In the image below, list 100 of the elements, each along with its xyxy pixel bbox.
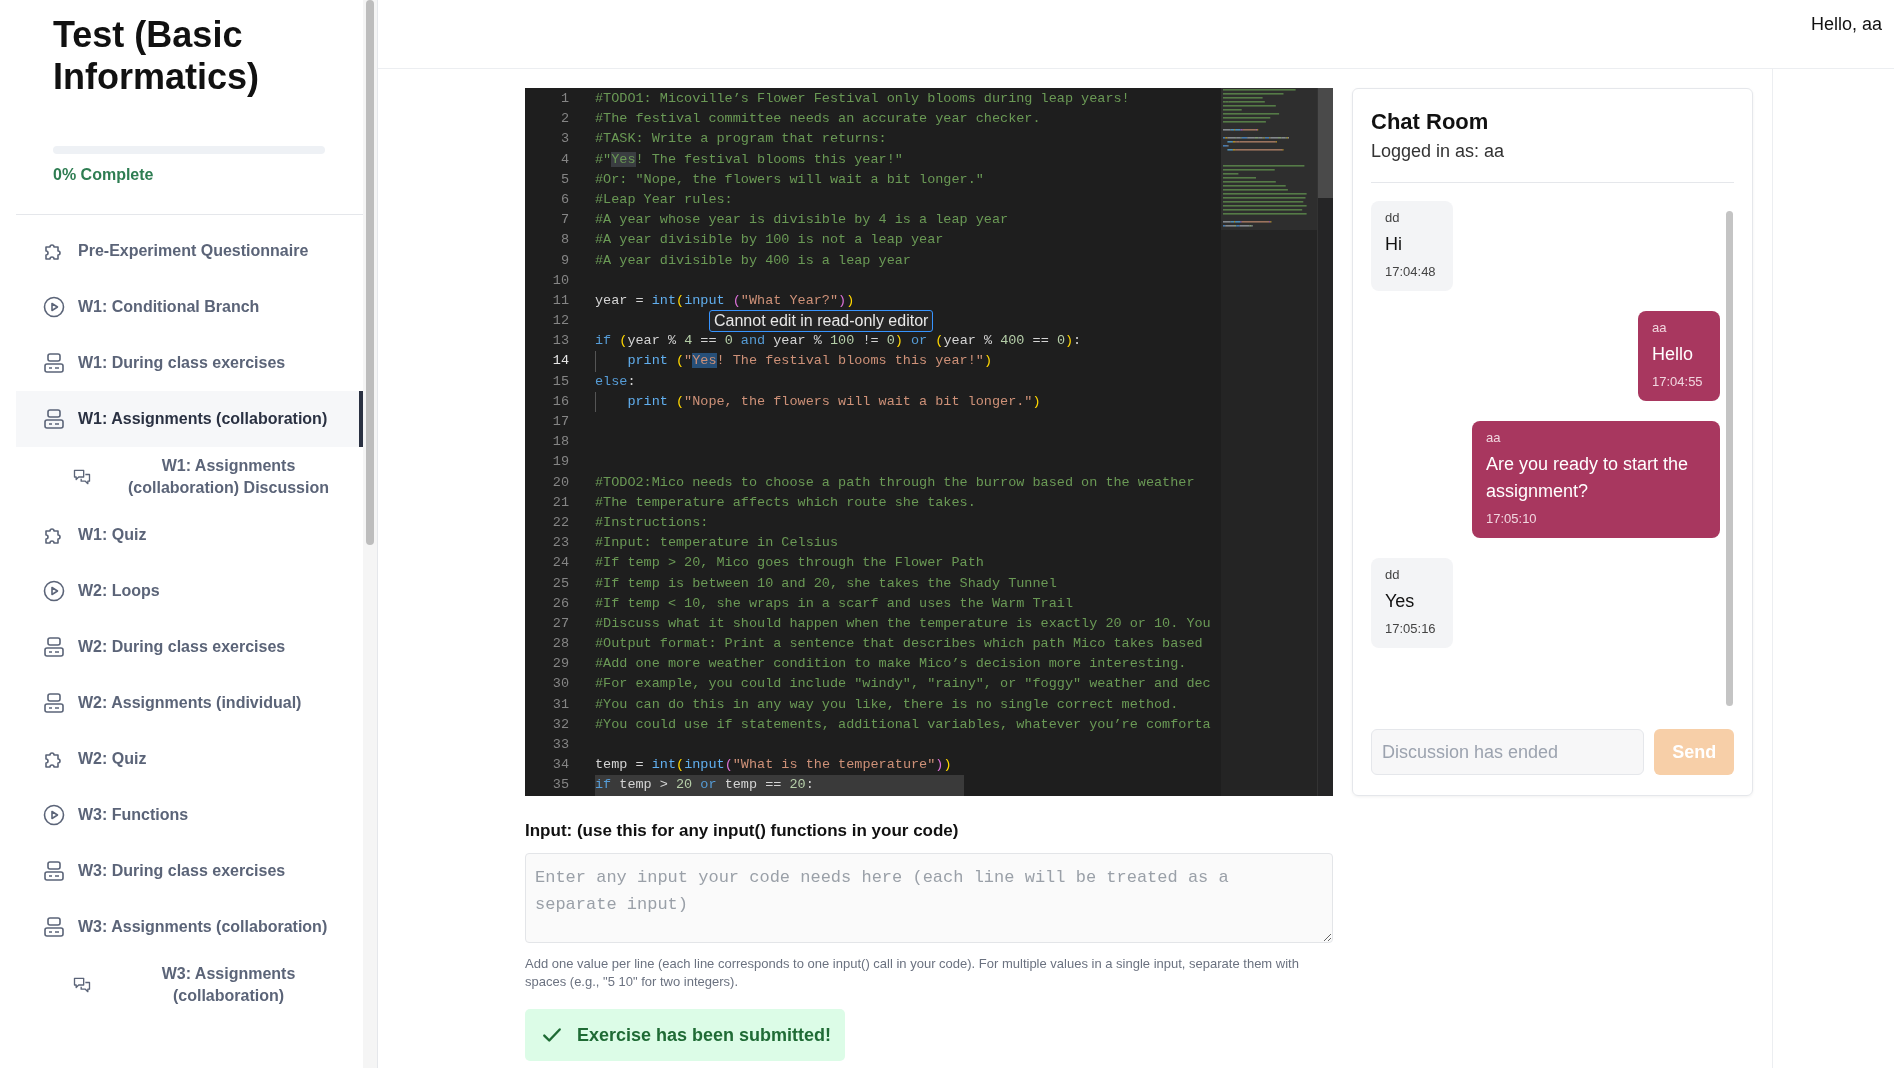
line-number: 11 [551, 291, 570, 310]
code-line: #Output format: Print a sentence that describes which path Mico takes based [595, 635, 1203, 654]
line-number: 35 [551, 776, 570, 795]
code-line: #TODO2:Mico needs to choose a path through the burrow based on the weather [595, 473, 1195, 492]
play-icon [42, 803, 66, 827]
line-number: 32 [551, 715, 570, 734]
sidebar-item[interactable]: W1: Assignments (collaboration) Discussion [16, 447, 363, 507]
code-line: if (year % 4 == 0 and year % 100 != 0) or (year % 400 == 0): [595, 332, 1082, 351]
line-number: 25 [551, 574, 570, 593]
line-number: 17 [551, 413, 570, 431]
line-number: 16 [551, 392, 570, 411]
code-line: #Discuss what it should happen when the temperature is exactly 20 or 10. You [595, 614, 1211, 633]
sidebar-item[interactable]: W2: During class exercises [16, 619, 363, 675]
message-sender: dd [1385, 210, 1401, 225]
code-line: #A year divisible by 400 is a leap year [595, 251, 911, 270]
scrollbar[interactable] [363, 0, 377, 1068]
line-number: 4 [559, 150, 570, 169]
code-line: #Or: "Nope, the flowers will wait a bit longer." [595, 170, 984, 189]
line-number: 14 [551, 352, 570, 371]
code-line: #TODO1: Micoville’s Flower Festival only blooms during leap years! [595, 90, 1130, 108]
line-number: 3 [559, 130, 570, 149]
stack-icon [42, 407, 66, 431]
code-line: #"Yes! The festival blooms this year!" [595, 150, 903, 169]
sidebar-item[interactable]: W2: Quiz [16, 731, 363, 787]
message-sender: aa [1486, 430, 1502, 445]
line-number: 7 [559, 211, 570, 230]
sidebar-item[interactable]: W1: During class exercises [16, 335, 363, 391]
sidebar-item[interactable]: W2: Loops [16, 563, 363, 619]
scrollbar[interactable] [1317, 88, 1333, 796]
sidebar-item[interactable]: W1: Quiz [16, 507, 363, 563]
input-field[interactable]: Enter any input your code needs here (each line will be treated as a separate input) [525, 853, 1333, 943]
line-number: 24 [551, 554, 570, 573]
code-line: else: [595, 372, 636, 391]
line-number: 33 [551, 736, 570, 754]
code-line: #If temp < 10, she wraps in a scarf and uses the Warm Trail [595, 594, 1073, 613]
code-line: #Add one more weather condition to make Mico’s decision more interesting. [595, 655, 1187, 674]
line-number: 34 [551, 756, 570, 775]
line-number: 22 [551, 513, 570, 532]
message-text: Are you ready to start the assignment? [1486, 453, 1690, 503]
help-text: Add one value per line (each line corresponds to one input() call in your code). For multiple values in a single input, separate them with spaces (e.g., "5 10" for two integers). [525, 955, 1300, 991]
course-title: Test (Basic Informatics) [53, 14, 261, 98]
stack-icon [42, 691, 66, 715]
input-label: Input: (use this for any input() functions in your code) [525, 821, 960, 841]
line-number: 13 [551, 332, 570, 351]
sidebar-item[interactable]: W3: Functions [16, 787, 363, 843]
sidebar-item[interactable]: Pre-Experiment Questionnaire [16, 223, 363, 279]
play-icon [42, 295, 66, 319]
code-line: #Instructions: [595, 513, 709, 532]
chat-bubbles-icon [72, 975, 92, 995]
line-number: 20 [551, 473, 570, 492]
tooltip: Cannot edit in read-only editor [709, 310, 934, 333]
line-number: 8 [559, 231, 570, 250]
line-number: 10 [551, 271, 570, 290]
line-number: 28 [551, 635, 570, 654]
code-line: #For example, you could include "windy", "rainy", or "foggy" weather and dec [595, 675, 1211, 694]
code-line: #If temp > 20, Mico goes through the Flower Path [595, 554, 984, 573]
code-line: #Input: temperature in Celsius [595, 534, 839, 553]
line-number: 6 [559, 190, 570, 209]
sidebar-item[interactable]: W3: Assignments (collaboration) [16, 899, 363, 955]
line-number: 2 [559, 110, 570, 129]
line-number: 18 [551, 433, 570, 452]
line-number: 1 [559, 90, 570, 108]
line-number: 15 [551, 372, 570, 391]
line-number: 26 [551, 594, 570, 613]
code-line: temp = int(input("What is the temperature")) [595, 756, 952, 775]
code-line: #A year whose year is divisible by 4 is a leap year [595, 211, 1009, 230]
message-time: 17:05:16 [1385, 621, 1437, 636]
message-text: Hi [1385, 233, 1403, 256]
code-line: #TASK: Write a program that returns: [595, 130, 887, 149]
message-text: Hello [1652, 343, 1695, 366]
status-message: Exercise has been submitted! [577, 1024, 832, 1046]
sidebar-item[interactable]: W1: Conditional Branch [16, 279, 363, 335]
line-number: 23 [551, 534, 570, 553]
sidebar-item[interactable]: W3: Assignments (collaboration) [16, 955, 363, 1015]
line-number: 19 [551, 453, 570, 472]
sidebar-item[interactable]: W2: Assignments (individual) [16, 675, 363, 731]
line-number: 12 [551, 312, 570, 331]
line-number: 29 [551, 655, 570, 674]
line-number: 27 [551, 614, 570, 633]
code-line: #Leap Year rules: [595, 190, 733, 209]
code-line: year = int(input ("What Year?")) [595, 291, 855, 310]
chat-title: Chat Room [1371, 109, 1490, 135]
play-icon [42, 579, 66, 603]
message-sender: dd [1385, 567, 1401, 582]
chat-bubbles-icon [72, 467, 92, 487]
code-line: #The temperature affects which route she takes. [595, 493, 976, 512]
line-number: 5 [559, 170, 570, 189]
logged-in-label: Logged in as: aa [1371, 141, 1506, 162]
code-line: #You can do this in any way you like, there is no single correct method. [595, 695, 1179, 714]
stack-icon [42, 859, 66, 883]
message-time: 17:04:55 [1652, 374, 1704, 389]
message-time: 17:05:10 [1486, 511, 1538, 526]
sidebar-item[interactable]: W3: During class exercises [16, 843, 363, 899]
stack-icon [42, 915, 66, 939]
stack-icon [42, 635, 66, 659]
line-number: 9 [559, 251, 570, 270]
sidebar-item[interactable]: W1: Assignments (collaboration) [16, 391, 363, 447]
progress-label: 0% Complete [53, 166, 155, 184]
message-text: Yes [1385, 590, 1416, 613]
code-line: #If temp is between 10 and 20, she takes the Shady Tunnel [595, 574, 1057, 593]
